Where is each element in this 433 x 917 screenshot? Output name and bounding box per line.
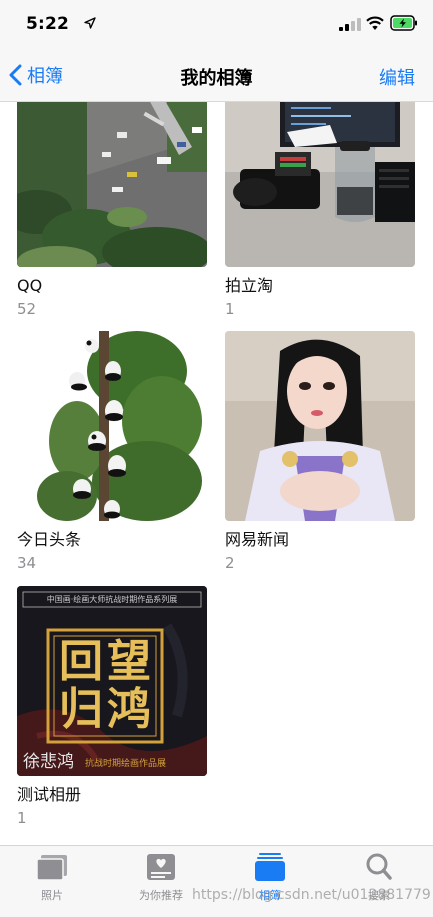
album-thumbnail-image bbox=[17, 331, 207, 521]
album-thumbnail bbox=[17, 331, 207, 521]
poster-char-4: 鸿 bbox=[107, 684, 151, 735]
album-count: 2 bbox=[225, 554, 235, 572]
poster-char-1: 回 bbox=[59, 636, 103, 687]
for-you-icon bbox=[147, 854, 175, 880]
edit-button[interactable]: 编辑 bbox=[379, 64, 415, 90]
watermark-text: https://blog.csdn.net/u012881779 bbox=[192, 887, 431, 903]
albums-icon bbox=[255, 853, 285, 881]
tab-label: 照片 bbox=[41, 889, 63, 902]
page-title: 我的相簿 bbox=[180, 68, 253, 89]
wifi-icon bbox=[366, 16, 384, 30]
album-name: 网易新闻 bbox=[225, 530, 290, 549]
signal-bars-icon bbox=[339, 18, 361, 31]
albums-grid: QQ 52 拍立淘 1 今日头条 34 网易新闻 2 中国画·绘画大师抗战时期作… bbox=[0, 102, 433, 845]
album-name: 今日头条 bbox=[17, 530, 82, 549]
tab-photos[interactable]: 照片 bbox=[7, 852, 97, 903]
album-thumbnail bbox=[17, 102, 207, 267]
album-item-pailitao[interactable]: 拍立淘 1 bbox=[225, 102, 415, 319]
album-item-qq[interactable]: QQ 52 bbox=[17, 102, 207, 319]
album-name: 测试相册 bbox=[17, 785, 82, 804]
album-thumbnail-image bbox=[17, 102, 207, 267]
tab-bar: 照片 为你推荐 相簿 搜索 bbox=[0, 845, 433, 917]
album-thumbnail-image bbox=[225, 102, 415, 267]
album-thumbnail: 中国画·绘画大师抗战时期作品系列展 回 望 归 鸿 徐悲鸿 抗战时期绘画作品展 bbox=[17, 586, 207, 776]
poster-artist: 徐悲鸿 bbox=[23, 752, 74, 772]
album-count: 34 bbox=[17, 554, 37, 572]
album-count: 52 bbox=[17, 300, 37, 318]
poster-subtitle: 抗战时期绘画作品展 bbox=[85, 759, 167, 769]
album-thumbnail bbox=[225, 102, 415, 267]
navigation-bar: 相簿 我的相簿 编辑 bbox=[0, 48, 433, 102]
status-time: 5:22 bbox=[26, 14, 70, 34]
album-thumbnail-image bbox=[225, 331, 415, 521]
album-thumbnail bbox=[225, 331, 415, 521]
photos-stack-icon bbox=[36, 855, 67, 881]
album-name: 拍立淘 bbox=[225, 276, 274, 295]
poster-char-3: 归 bbox=[59, 684, 103, 735]
album-item-test[interactable]: 中国画·绘画大师抗战时期作品系列展 回 望 归 鸿 徐悲鸿 抗战时期绘画作品展 … bbox=[17, 586, 207, 828]
location-arrow-icon bbox=[84, 17, 96, 29]
status-bar: 5:22 bbox=[0, 0, 433, 48]
tab-label: 为你推荐 bbox=[139, 889, 183, 902]
album-count: 1 bbox=[17, 809, 27, 827]
album-item-netease-news[interactable]: 网易新闻 2 bbox=[225, 331, 415, 573]
search-icon bbox=[366, 853, 392, 880]
album-item-toutiao[interactable]: 今日头条 34 bbox=[17, 331, 207, 573]
album-count: 1 bbox=[225, 300, 235, 318]
battery-charging-icon bbox=[390, 15, 417, 31]
poster-char-2: 望 bbox=[107, 636, 151, 687]
album-name: QQ bbox=[17, 276, 43, 295]
poster-header: 中国画·绘画大师抗战时期作品系列展 bbox=[46, 595, 178, 604]
